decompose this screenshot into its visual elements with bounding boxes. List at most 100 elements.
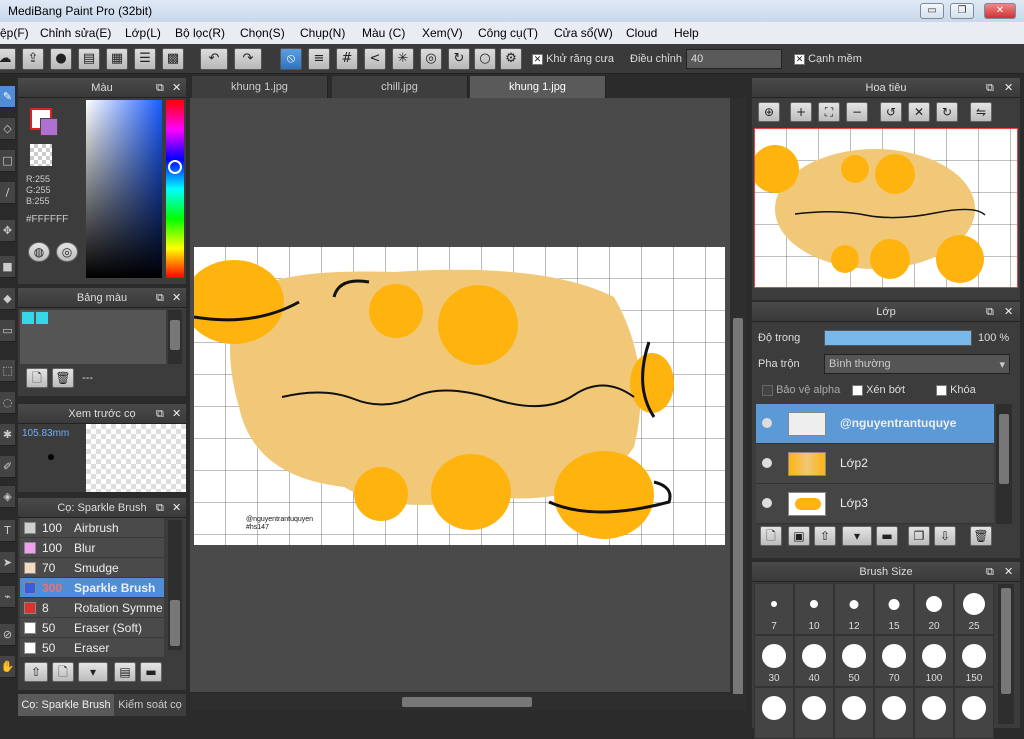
brush-size-option[interactable]: 40	[794, 635, 834, 687]
tab-brush-control[interactable]: Kiểm soát cọ	[114, 694, 186, 716]
grid-snap-icon[interactable]: #	[336, 48, 358, 70]
close-button[interactable]: ✕	[984, 3, 1016, 19]
curve-snap-icon[interactable]: ↻	[448, 48, 470, 70]
doc-tab-3[interactable]: khung 1.jpg	[470, 76, 606, 98]
doc-tab-1[interactable]: khung 1.jpg	[192, 76, 328, 98]
popout-icon[interactable]: ⧉	[156, 78, 164, 98]
new-layer-icon[interactable]: 🗋	[760, 526, 782, 546]
brush-size-option[interactable]: 100	[914, 635, 954, 687]
menu-color[interactable]: Màu (C)	[362, 26, 405, 40]
popout-icon[interactable]: ⧉	[156, 498, 164, 518]
brush-item[interactable]: 100 Blur	[20, 538, 164, 558]
cloud-icon[interactable]: ☁	[0, 48, 16, 70]
palette-swatch[interactable]	[36, 312, 48, 324]
dot-tool-icon[interactable]: □	[0, 150, 15, 172]
rotate-left-icon[interactable]: ↺	[880, 102, 902, 122]
select-tool-icon[interactable]: ⬚	[0, 360, 15, 382]
note-icon[interactable]: ▤	[78, 48, 100, 70]
close-panel-icon[interactable]: ✕	[172, 498, 181, 518]
pen-tool-icon[interactable]: ✎	[0, 86, 15, 108]
magic-wand-icon[interactable]: ✱	[0, 424, 15, 446]
brush-size-option[interactable]: 70	[874, 635, 914, 687]
secondary-color-swatch[interactable]	[40, 118, 58, 136]
doc-tab-2[interactable]: chill.jpg	[332, 76, 468, 98]
no-snap-icon[interactable]: ⦸	[280, 48, 302, 70]
lock-toggle[interactable]: Khóa	[936, 384, 976, 396]
new-palette-icon[interactable]: 🗋	[26, 368, 48, 388]
menu-file[interactable]: ệp(F)	[0, 26, 29, 40]
brush-item[interactable]: 50 Eraser	[20, 638, 164, 658]
brush-size-option[interactable]: 50	[834, 635, 874, 687]
visibility-icon[interactable]	[762, 458, 772, 468]
zoom-fit-icon[interactable]: ⊕	[758, 102, 780, 122]
brush-size-option[interactable]	[874, 687, 914, 739]
brush-size-option[interactable]	[754, 687, 794, 739]
duplicate-layer-icon[interactable]: ❐	[908, 526, 930, 546]
fit-window-icon[interactable]: ⛶	[818, 102, 840, 122]
brush-item[interactable]: 8 Rotation Symme	[20, 598, 164, 618]
layer-scrollbar[interactable]	[996, 404, 1012, 524]
brush-options-icon[interactable]: ▾	[78, 662, 108, 682]
palette-icon[interactable]: ◍	[28, 242, 50, 262]
select-eraser-icon[interactable]: ◈	[0, 486, 15, 508]
antialias-checkbox[interactable]: ✕	[532, 53, 543, 65]
redo-icon[interactable]: ↷	[234, 48, 262, 70]
menu-cloud[interactable]: Cloud	[626, 26, 657, 40]
brush-item[interactable]: 70 Smudge	[20, 558, 164, 578]
brush-size-option[interactable]	[834, 687, 874, 739]
drawing-canvas[interactable]: @nguyentrantuquyen #hs147	[194, 247, 725, 545]
saturation-value-picker[interactable]	[86, 100, 162, 278]
adjust-input[interactable]: 40	[686, 49, 782, 69]
merge-layer-icon[interactable]: ⇩	[934, 526, 956, 546]
new-halftone-layer-icon[interactable]: ▣	[788, 526, 810, 546]
restore-button[interactable]: ❐	[950, 3, 974, 19]
softedge-toggle[interactable]: ✕ Cạnh mềm	[794, 53, 862, 65]
delete-layer-icon[interactable]: 🗑	[970, 526, 992, 546]
menu-view[interactable]: Xem(V)	[422, 26, 463, 40]
palette-scrollbar[interactable]	[168, 310, 182, 364]
delete-palette-icon[interactable]: 🗑	[52, 368, 74, 388]
new-brush-icon[interactable]: 🗋	[52, 662, 74, 682]
brush-size-option[interactable]: 150	[954, 635, 994, 687]
brush-size-option[interactable]	[914, 687, 954, 739]
close-panel-icon[interactable]: ✕	[1004, 562, 1013, 582]
eyedropper-icon[interactable]: ⌁	[0, 586, 15, 608]
brush-size-option[interactable]	[794, 687, 834, 739]
hue-slider-handle[interactable]	[168, 160, 182, 174]
menu-capture[interactable]: Chụp(N)	[300, 26, 345, 40]
import-layer-icon[interactable]: ⇧	[814, 526, 836, 546]
menu-tools[interactable]: Công cụ(T)	[478, 26, 538, 40]
canvas-vertical-scrollbar[interactable]	[730, 98, 746, 698]
brush-item[interactable]: 50 Eraser (Soft)	[20, 618, 164, 638]
protect-alpha-toggle[interactable]: Bảo vệ alpha	[762, 384, 840, 396]
color-picker-settings-icon[interactable]: ◎	[56, 242, 78, 262]
rotate-right-icon[interactable]: ↻	[936, 102, 958, 122]
close-panel-icon[interactable]: ✕	[1004, 78, 1013, 98]
canvas-horizontal-scrollbar[interactable]	[190, 694, 746, 710]
brush-size-option[interactable]: 25	[954, 583, 994, 635]
brush-size-option[interactable]: 30	[754, 635, 794, 687]
gradient-tool-icon[interactable]: ▭	[0, 320, 15, 342]
antialias-toggle[interactable]: ✕ Khử răng cưa	[532, 53, 614, 65]
zoom-in-icon[interactable]: +	[790, 102, 812, 122]
concentric-snap-icon[interactable]: ◎	[420, 48, 442, 70]
close-panel-icon[interactable]: ✕	[172, 404, 181, 424]
clipping-toggle[interactable]: Xén bớt	[852, 384, 905, 396]
undo-icon[interactable]: ↶	[200, 48, 228, 70]
blend-mode-select[interactable]: Bình thường ▾	[824, 354, 1010, 374]
export-icon[interactable]: ⇪	[22, 48, 44, 70]
comment-icon[interactable]: ●	[50, 48, 72, 70]
visibility-icon[interactable]	[762, 498, 772, 508]
snap-settings-icon[interactable]: ⚙	[500, 48, 522, 70]
layer-row-3[interactable]: Lớp3	[756, 484, 994, 524]
hand-tool-icon[interactable]: ✋	[0, 656, 15, 678]
menu-window[interactable]: Cửa sổ(W)	[554, 26, 613, 40]
select-pen-icon[interactable]: ✐	[0, 456, 15, 478]
minimize-button[interactable]: ▭	[920, 3, 944, 19]
menu-select[interactable]: Chọn(S)	[240, 26, 285, 40]
layer-row-2[interactable]: Lớp2	[756, 444, 994, 484]
softedge-checkbox[interactable]: ✕	[794, 53, 805, 65]
operation-tool-icon[interactable]: ➤	[0, 552, 15, 574]
menu-edit[interactable]: Chỉnh sửa(E)	[40, 26, 111, 40]
popout-icon[interactable]: ⧉	[986, 78, 994, 98]
